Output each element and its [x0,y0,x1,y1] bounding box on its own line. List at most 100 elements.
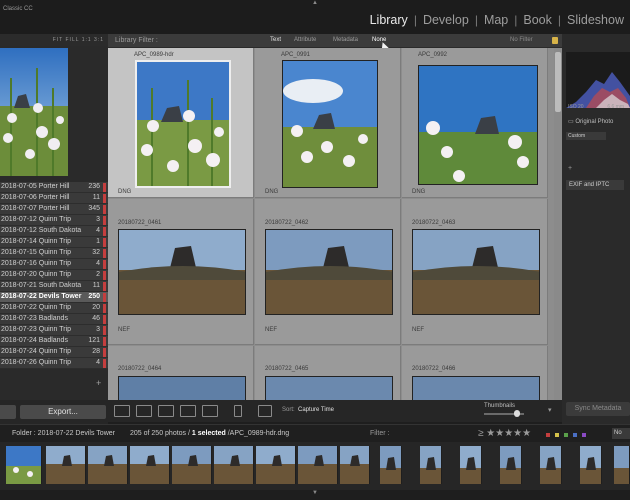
filmstrip-thumb[interactable] [580,446,602,484]
folder-row[interactable]: 2018-07-21 South Dakota 11 [0,281,108,292]
devils-tower-photo [46,446,85,484]
lock-icon[interactable] [552,37,558,44]
photo-thumbnail[interactable] [412,229,540,315]
folder-row[interactable]: 2018-07-05 Porter Hill 236 [0,182,108,193]
filmstrip-thumb[interactable] [88,446,128,484]
folder-row[interactable]: 2018-07-22 Devils Tower 250 [0,292,108,303]
navigator-preview[interactable] [0,48,68,176]
photo-thumbnail[interactable] [135,60,231,188]
star-rating-filter[interactable]: ≥ ★★★★★ [478,428,531,439]
import-button[interactable] [0,405,16,419]
grid-cell[interactable]: 20180722_0464 [108,346,254,400]
toolbar-menu-chevron-icon[interactable]: ▾ [548,406,552,414]
folder-row[interactable]: 2018-07-15 Quinn Trip 32 [0,248,108,259]
folder-row[interactable]: 2018-07-14 Quinn Trip 1 [0,237,108,248]
module-book[interactable]: Book [517,13,558,27]
color-label-filter[interactable] [546,432,610,437]
filmstrip-thumb[interactable] [172,446,212,484]
green-label-icon[interactable] [563,433,568,437]
folder-row[interactable]: 2018-07-22 Quinn Trip 20 [0,303,108,314]
photo-thumbnail[interactable] [118,376,246,400]
filmstrip-thumb[interactable] [340,446,370,484]
painter-icon[interactable] [234,405,242,417]
grid-scroll-thumb[interactable] [555,52,561,112]
yellow-label-icon[interactable] [554,433,559,437]
filmstrip-folder-path[interactable]: Folder : 2018-07-22 Devils Tower [12,430,115,437]
folder-row[interactable]: 2018-07-12 Quinn Trip 3 [0,215,108,226]
filter-tab-attribute[interactable]: Attribute [294,37,316,43]
folder-row[interactable]: 2018-07-23 Quinn Trip 3 [0,325,108,336]
quick-develop-preset-select[interactable]: Custom [566,132,606,140]
folder-row[interactable]: 2018-07-23 Badlands 46 [0,314,108,325]
metadata-set-select[interactable]: EXIF and IPTC [566,180,624,190]
folder-name: 2018-07-21 South Dakota [1,282,82,289]
filmstrip-thumb[interactable] [500,446,522,484]
module-develop[interactable]: Develop [417,13,475,27]
blue-label-icon[interactable] [572,433,577,437]
grid-cell[interactable]: APC_0989-hdr DNG [108,48,254,198]
purple-label-icon[interactable] [581,433,586,437]
grid-cell[interactable]: 20180722_0463 NEF [402,199,548,345]
loupe-view-icon[interactable] [136,405,152,417]
filmstrip-thumb[interactable] [214,446,254,484]
module-library[interactable]: Library [364,13,414,27]
module-map[interactable]: Map [478,13,514,27]
add-folder-icon[interactable]: + [96,378,101,388]
grid-cell[interactable]: 20180722_0466 [402,346,548,400]
filmstrip-thumb[interactable] [298,446,338,484]
filmstrip-thumb[interactable] [130,446,170,484]
grid-scrollbar[interactable] [554,48,562,400]
people-view-icon[interactable] [202,405,218,417]
filmstrip-thumb[interactable] [614,446,630,484]
hollyhock-photo [283,61,377,187]
filmstrip-thumb[interactable] [256,446,296,484]
filter-preset-select[interactable]: No Filter [510,37,533,43]
folder-row[interactable]: 2018-07-24 Badlands 121 [0,336,108,347]
filmstrip-thumb[interactable] [420,446,442,484]
folder-row[interactable]: 2018-07-06 Porter Hill 11 [0,193,108,204]
folder-row[interactable]: 2018-07-16 Quinn Trip 4 [0,259,108,270]
photo-thumbnail[interactable] [412,376,540,400]
filter-tab-text[interactable]: Text [270,37,281,43]
filmstrip-thumb[interactable] [540,446,562,484]
left-panel-footer: Export... [0,400,108,424]
photo-thumbnail[interactable] [282,60,378,188]
collapse-bottom-arrow-icon[interactable]: ▼ [312,490,318,496]
survey-view-icon[interactable] [180,405,196,417]
red-label-icon[interactable] [546,433,550,437]
filter-tab-metadata[interactable]: Metadata [333,37,358,43]
folder-count: 345 [88,205,100,212]
collapse-top-arrow-icon[interactable]: ▲ [312,0,318,6]
folder-row[interactable]: 2018-07-07 Porter Hill 345 [0,204,108,215]
filmstrip-thumb[interactable] [460,446,482,484]
library-filter-bar: Library Filter : Text Attribute Metadata… [108,34,562,52]
navigator-zoom-options[interactable]: FIT FILL 1:1 3:1 [53,37,104,43]
sort-direction-icon[interactable] [258,405,272,417]
photo-grid: APC_0989-hdr DNG APC_0991 DNG APC_0992 D… [108,48,562,400]
folder-row[interactable]: 2018-07-20 Quinn Trip 2 [0,270,108,281]
filmstrip-thumb[interactable] [6,446,42,484]
module-slideshow[interactable]: Slideshow [561,13,630,27]
thumbnails-slider-knob[interactable] [514,410,520,417]
photo-thumbnail[interactable] [265,376,393,400]
grid-cell[interactable]: 20180722_0462 NEF [255,199,401,345]
sync-metadata-button[interactable]: Sync Metadata [566,402,630,416]
grid-cell[interactable]: APC_0991 DNG [255,48,401,198]
grid-cell[interactable]: 20180722_0465 [255,346,401,400]
export-button[interactable]: Export... [20,405,106,419]
photo-thumbnail[interactable] [118,229,246,315]
filmstrip-filter-select[interactable]: No [612,428,630,439]
add-keyword-icon[interactable]: + [568,165,572,172]
filmstrip-thumb[interactable] [46,446,86,484]
grid-cell[interactable]: 20180722_0461 NEF [108,199,254,345]
sort-select[interactable]: Capture Time [298,407,334,413]
grid-cell[interactable]: APC_0992 DNG [402,48,548,198]
folder-row[interactable]: 2018-07-12 South Dakota 4 [0,226,108,237]
filmstrip-thumb[interactable] [380,446,402,484]
photo-thumbnail[interactable] [418,65,538,185]
folder-row[interactable]: 2018-07-24 Quinn Trip 28 [0,347,108,358]
folder-row[interactable]: 2018-07-26 Quinn Trip 4 [0,358,108,369]
compare-view-icon[interactable] [158,405,174,417]
photo-thumbnail[interactable] [265,229,393,315]
grid-view-icon[interactable] [114,405,130,417]
